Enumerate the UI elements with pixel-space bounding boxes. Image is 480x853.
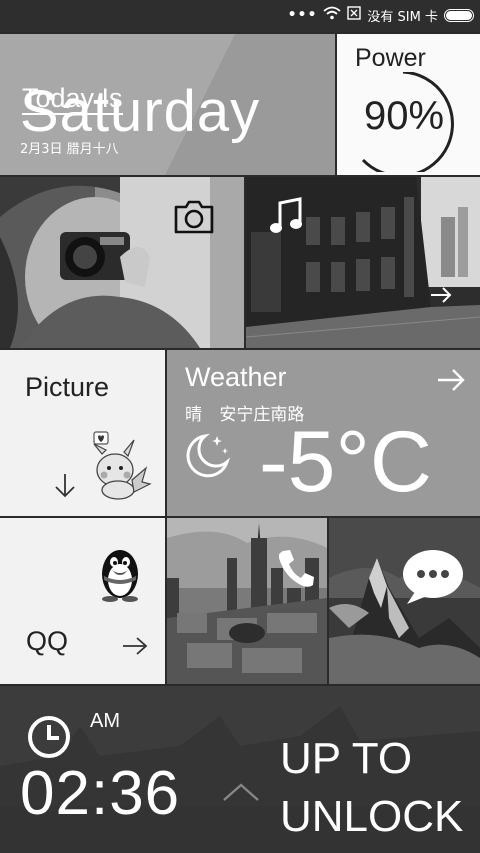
arrow-down-icon[interactable] xyxy=(54,472,76,502)
phone-icon[interactable] xyxy=(277,548,315,592)
battery-icon xyxy=(444,8,474,22)
lunar-date: 2月3日 腊月十八 xyxy=(20,142,119,157)
no-sim-icon xyxy=(347,6,362,24)
wifi-icon xyxy=(323,6,342,24)
weekday-label: Saturday xyxy=(20,79,261,144)
notification-dots: ••• xyxy=(287,7,318,23)
sms-tile[interactable] xyxy=(329,518,480,684)
clock-time: 02:36 xyxy=(20,759,181,828)
music-note-icon[interactable] xyxy=(268,197,304,239)
pikachu-icon xyxy=(88,430,152,504)
phone-tile[interactable] xyxy=(167,518,327,684)
qq-penguin-icon xyxy=(94,544,146,606)
weather-temperature: -5°C xyxy=(259,414,432,510)
camera-icon[interactable] xyxy=(172,199,216,239)
clock-icon xyxy=(26,714,72,764)
date-tile[interactable]: Today Is Saturday 2月3日 腊月十八 xyxy=(0,34,335,175)
am-pm-label: AM xyxy=(90,710,120,732)
status-bar: ••• 没有 SIM 卡 xyxy=(0,0,480,32)
chevron-up-icon[interactable] xyxy=(222,782,260,806)
battery-fill xyxy=(446,10,472,20)
weather-condition: 晴 xyxy=(185,405,202,425)
lock-screen-bar[interactable]: AM 02:36 UP TO UNLOCK xyxy=(0,686,480,853)
camera-tile[interactable] xyxy=(0,177,244,348)
picture-tile[interactable]: Picture xyxy=(0,350,165,516)
status-indicators: ••• 没有 SIM 卡 xyxy=(288,4,474,26)
picture-label: Picture xyxy=(25,372,110,402)
weather-tile[interactable]: Weather 晴 安宁庄南路 -5°C xyxy=(167,350,480,516)
arrow-right-icon[interactable] xyxy=(437,368,465,396)
moon-stars-icon xyxy=(183,430,233,482)
arrow-right-icon[interactable] xyxy=(122,636,148,660)
power-value: 90% xyxy=(363,94,445,138)
unlock-hint-line2: UNLOCK xyxy=(280,792,464,841)
arrow-right-icon[interactable] xyxy=(430,287,452,307)
unlock-hint-line1: UP TO xyxy=(280,734,413,783)
sim-status-text: 没有 SIM 卡 xyxy=(367,9,438,25)
power-tile[interactable]: Power 90% xyxy=(337,34,480,175)
weather-label: Weather xyxy=(185,362,287,392)
chat-bubble-icon[interactable] xyxy=(401,548,465,610)
qq-tile[interactable]: QQ xyxy=(0,518,165,684)
city-photo xyxy=(167,518,327,684)
power-label: Power xyxy=(355,44,426,72)
music-tile[interactable] xyxy=(246,177,480,348)
unlock-hint[interactable]: UP TO UNLOCK xyxy=(280,734,463,842)
qq-label: QQ xyxy=(26,626,69,656)
